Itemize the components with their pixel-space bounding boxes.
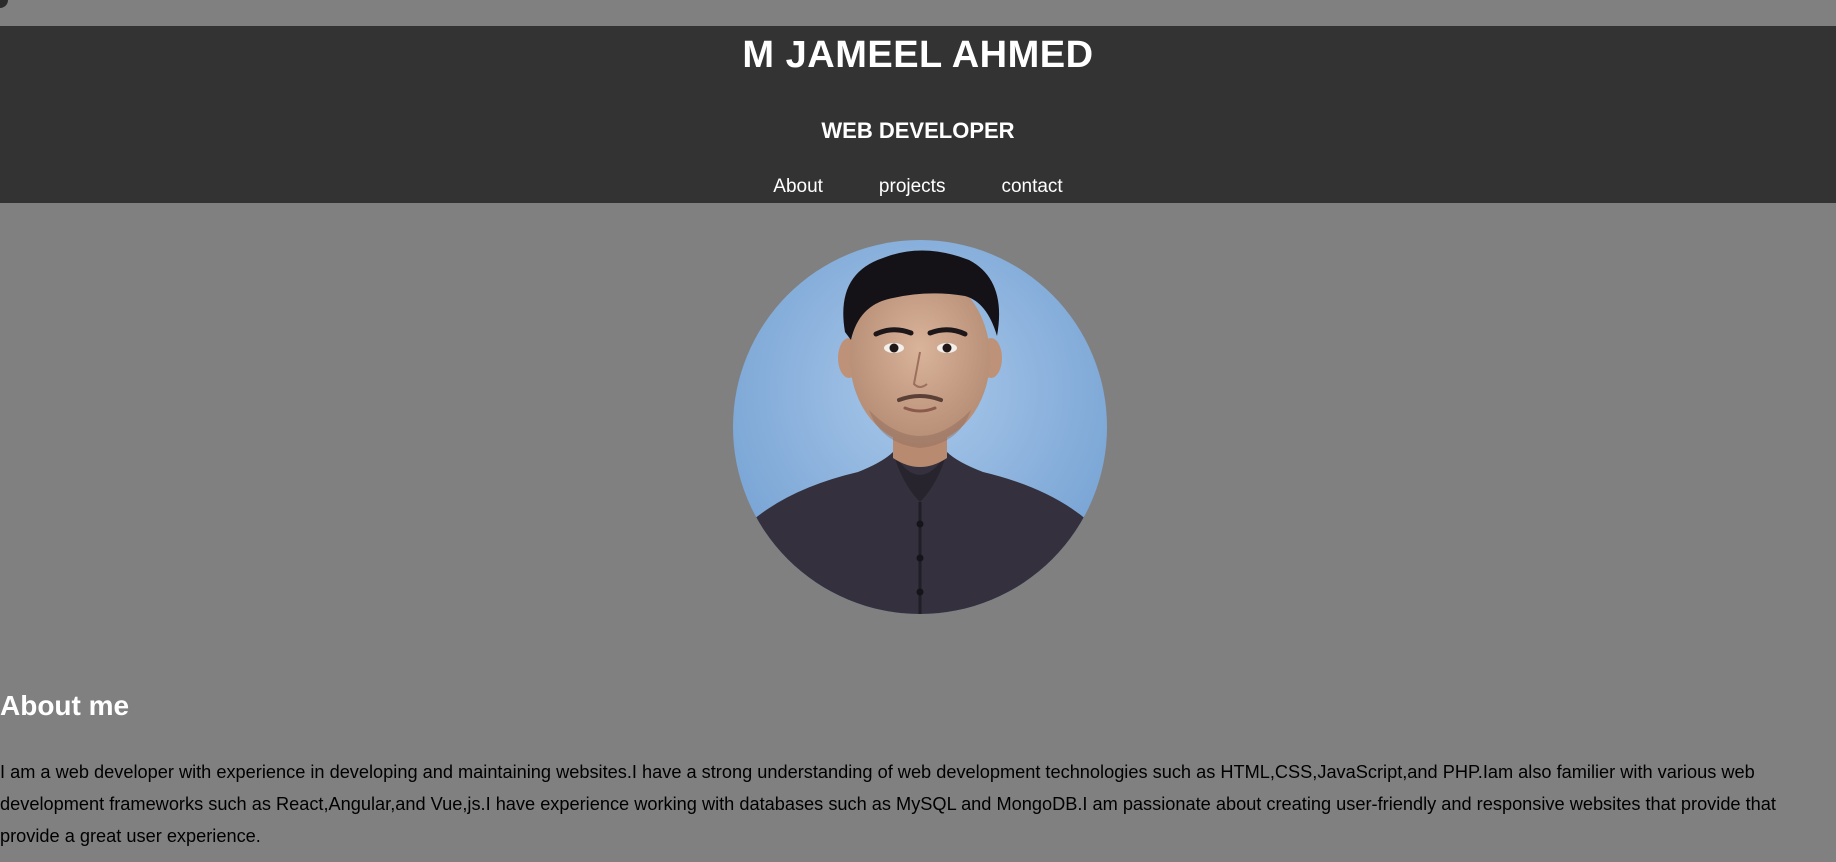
site-header: M JAMEEL AHMED WEB DEVELOPER About proje… [0, 26, 1836, 203]
corner-decoration [0, 0, 8, 8]
about-heading: About me [0, 690, 130, 721]
about-text: I am a web developer with experience in … [0, 762, 1776, 846]
nav-link-projects[interactable]: projects [879, 176, 946, 198]
main-nav: About projects contact [0, 176, 1836, 198]
site-title: M JAMEEL AHMED [742, 34, 1094, 76]
profile-photo [733, 240, 1107, 614]
site-subtitle: WEB DEVELOPER [821, 118, 1015, 143]
nav-link-about[interactable]: About [773, 176, 823, 198]
nav-link-contact[interactable]: contact [1001, 176, 1062, 198]
